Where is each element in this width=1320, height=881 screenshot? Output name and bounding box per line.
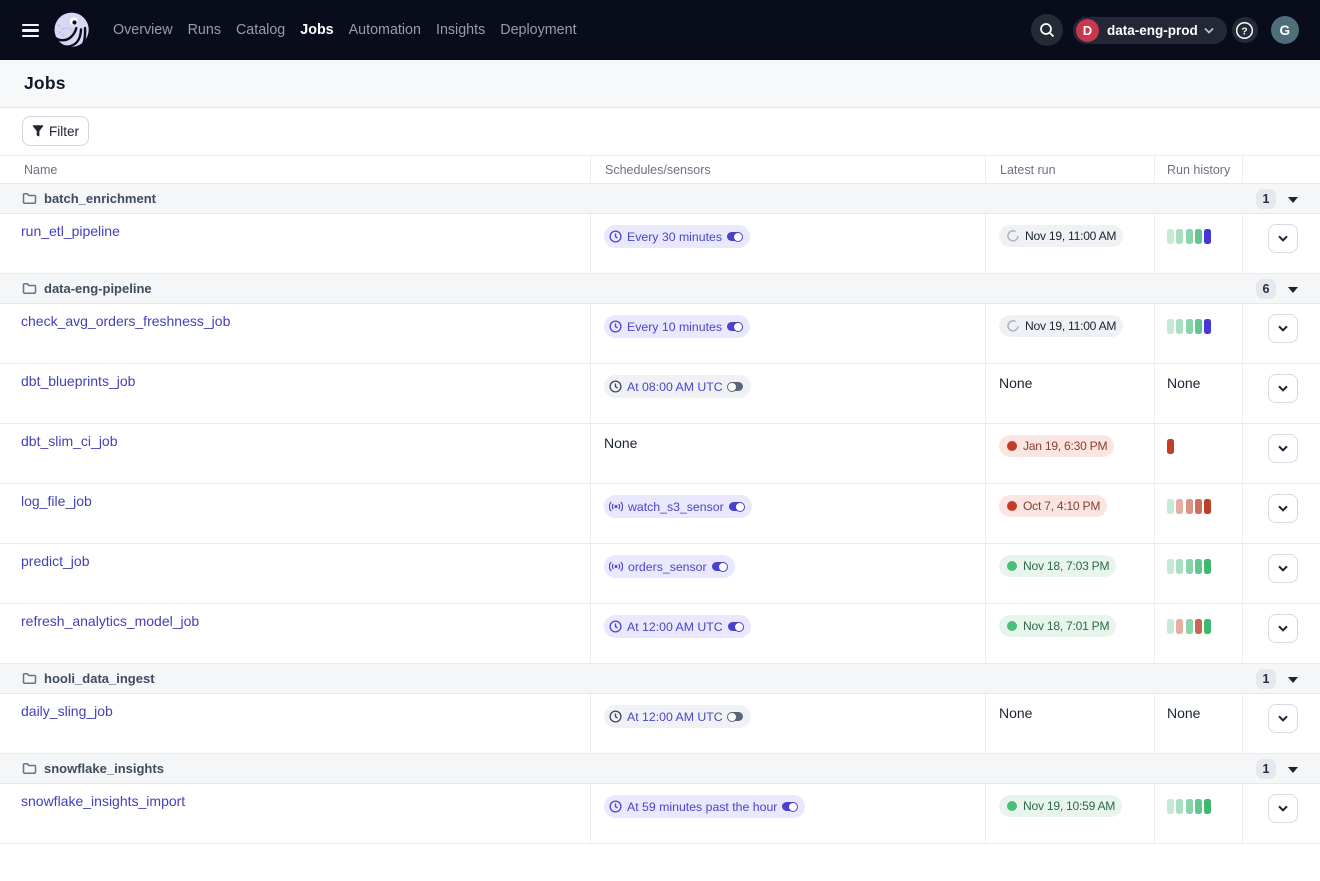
svg-text:?: ? <box>1242 25 1248 37</box>
